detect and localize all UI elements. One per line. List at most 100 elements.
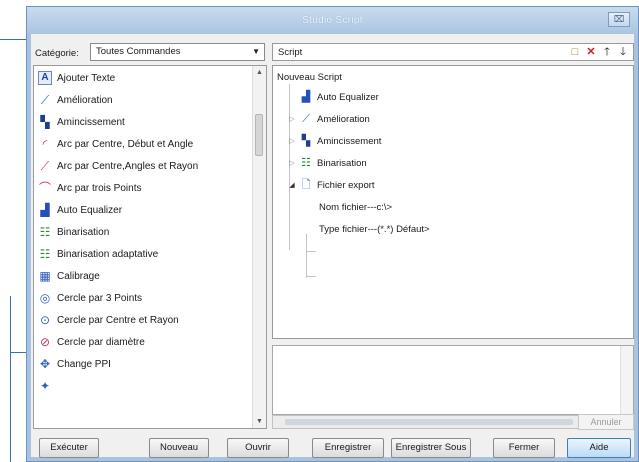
scroll-down-icon[interactable]: ▼ (253, 415, 266, 428)
equalizer-icon: ▟ (40, 203, 50, 217)
list-item[interactable]: A Ajouter Texte (38, 68, 115, 88)
tree-node-label: Auto Equalizer (317, 91, 379, 103)
details-scrollbar[interactable] (620, 346, 633, 414)
list-item[interactable]: ⟋ Arc par Centre,Angles et Rayon (38, 156, 198, 176)
horizontal-scroll-thumb[interactable] (285, 419, 573, 425)
command-list[interactable]: A Ajouter Texte ⟋ Amélioration ▚ Amincis… (33, 65, 267, 429)
list-item[interactable]: ✦ (38, 376, 57, 396)
command-label: Cercle par diamètre (57, 336, 145, 348)
tree-node[interactable]: ◢ 🗋 Fichier export (287, 176, 375, 194)
list-item[interactable]: ☷ Binarisation (38, 222, 110, 242)
move-up-icon[interactable]: 🡑 (601, 45, 613, 59)
open-button[interactable]: Ouvrir (227, 438, 289, 458)
thinning-icon: ▚ (40, 115, 50, 129)
tree-param[interactable]: Type fichier---(*.*) Défaut> (319, 220, 430, 238)
tree-node[interactable]: ▷ ▚ Amincissement (287, 132, 381, 150)
new-page-icon[interactable]: □ (569, 45, 581, 59)
text-A-icon: A (38, 71, 52, 85)
tree-node[interactable]: ▷ ☷ Binarisation (287, 154, 366, 172)
tree-root-label: Nouveau Script (277, 71, 342, 83)
command-label: Binarisation (57, 226, 110, 238)
binarization-icon: ☷ (39, 247, 51, 261)
delete-icon[interactable]: ✕ (585, 45, 597, 59)
save-button[interactable]: Enregistrer (312, 438, 384, 458)
partial-icon: ✦ (39, 379, 51, 393)
script-header: Script □ ✕ 🡑 🡓 (272, 43, 634, 61)
window-title: Studio Script (302, 15, 363, 26)
command-label: Cercle par 3 Points (57, 292, 143, 304)
script-tree[interactable]: Nouveau Script ▟ Auto Equalizer ▷ ⟋ Amél… (272, 65, 634, 339)
list-item[interactable]: ☷ Binarisation adaptative (38, 244, 159, 264)
command-panel: Catégorie: Toutes Commandes ▼ A Ajouter … (31, 34, 268, 429)
category-label: Catégorie: (35, 48, 79, 59)
move-down-icon[interactable]: 🡓 (617, 45, 629, 59)
scroll-up-icon[interactable]: ▲ (253, 66, 266, 79)
list-item[interactable]: ◜ Arc par Centre, Début et Angle (38, 134, 194, 154)
script-details-pane[interactable] (272, 345, 634, 415)
tree-param[interactable]: Nom fichier---c:\> (319, 198, 392, 216)
callout-line-bottom-v (10, 296, 11, 462)
tree-connector (306, 251, 316, 252)
command-label: Arc par Centre, Début et Angle (57, 138, 194, 150)
list-item[interactable]: ▚ Amincissement (38, 112, 125, 132)
file-export-icon: 🗋 (301, 179, 311, 191)
scroll-thumb[interactable] (255, 114, 263, 156)
list-item[interactable]: ✥ Change PPI (38, 354, 111, 374)
command-label: Cercle par Centre et Rayon (57, 314, 179, 326)
tree-param-label: Type fichier---(*.*) Défaut> (319, 223, 430, 235)
command-label: Change PPI (57, 358, 111, 370)
tree-node-label: Amincissement (317, 135, 382, 147)
circle-icon: ◎ (39, 291, 51, 305)
collapse-arrow-icon[interactable]: ◢ (287, 181, 297, 189)
category-selected-value: Toutes Commandes (96, 46, 181, 57)
arc-icon: ⌒ (38, 181, 51, 195)
binarization-icon: ☷ (39, 225, 51, 239)
list-item[interactable]: ▟ Auto Equalizer (38, 200, 122, 220)
wand-icon: ⟋ (302, 113, 310, 125)
command-label: Calibrage (57, 270, 100, 282)
ppi-icon: ✥ (39, 357, 51, 371)
list-item[interactable]: ⊙ Cercle par Centre et Rayon (38, 310, 179, 330)
category-dropdown[interactable]: Toutes Commandes ▼ (90, 43, 265, 61)
tree-param-label: Nom fichier---c:\> (319, 201, 393, 213)
command-list-scrollbar[interactable]: ▲ ▼ (252, 66, 266, 428)
tree-node-label: Fichier export (317, 179, 375, 191)
arc-icon: ◜ (42, 137, 48, 151)
script-label: Script (278, 47, 303, 58)
command-label: Ajouter Texte (57, 72, 116, 84)
tree-node[interactable]: ▟ Auto Equalizer (287, 88, 379, 106)
command-label: Amincissement (57, 116, 125, 128)
tree-root[interactable]: Nouveau Script (277, 68, 342, 86)
list-item[interactable]: ⌒ Arc par trois Points (38, 178, 142, 198)
title-bar[interactable]: Studio Script ⌧ (27, 7, 638, 34)
help-button[interactable]: Aide (567, 438, 631, 458)
list-item[interactable]: ▦ Calibrage (38, 266, 100, 286)
list-item[interactable]: ⊘ Cercle par diamètre (38, 332, 145, 352)
expand-arrow-icon[interactable]: ▷ (287, 137, 297, 145)
expand-arrow-icon[interactable]: ▷ (287, 115, 297, 123)
close-button[interactable]: Fermer (493, 438, 555, 458)
expand-arrow-icon[interactable]: ▷ (287, 159, 297, 167)
undo-button[interactable]: Annuler (578, 414, 634, 430)
circle-icon: ⊙ (39, 313, 51, 327)
new-button[interactable]: Nouveau (149, 438, 209, 458)
studio-script-window: Studio Script ⌧ Catégorie: Toutes Comman… (26, 6, 639, 462)
tree-node[interactable]: ▷ ⟋ Amélioration (287, 110, 370, 128)
script-panel: Script □ ✕ 🡑 🡓 Nouveau Script ▟ Auto Equ… (272, 34, 634, 430)
command-label: Binarisation adaptative (57, 248, 159, 260)
command-label: Amélioration (57, 94, 113, 106)
execute-button[interactable]: Exécuter (39, 438, 99, 458)
dialog-client-area: Catégorie: Toutes Commandes ▼ A Ajouter … (31, 34, 634, 458)
command-label: Arc par Centre,Angles et Rayon (57, 160, 199, 172)
command-label: Auto Equalizer (57, 204, 123, 216)
tree-node-label: Amélioration (317, 113, 370, 125)
thinning-icon: ▚ (301, 135, 311, 147)
equalizer-icon: ▟ (301, 91, 311, 103)
tree-connector (306, 276, 316, 277)
list-item[interactable]: ◎ Cercle par 3 Points (38, 288, 142, 308)
binarization-icon: ☷ (301, 157, 311, 169)
save-as-button[interactable]: Enregistrer Sous (391, 438, 471, 458)
list-item[interactable]: ⟋ Amélioration (38, 90, 113, 110)
calibration-icon: ▦ (39, 269, 51, 283)
close-window-button[interactable]: ⌧ (608, 12, 630, 27)
